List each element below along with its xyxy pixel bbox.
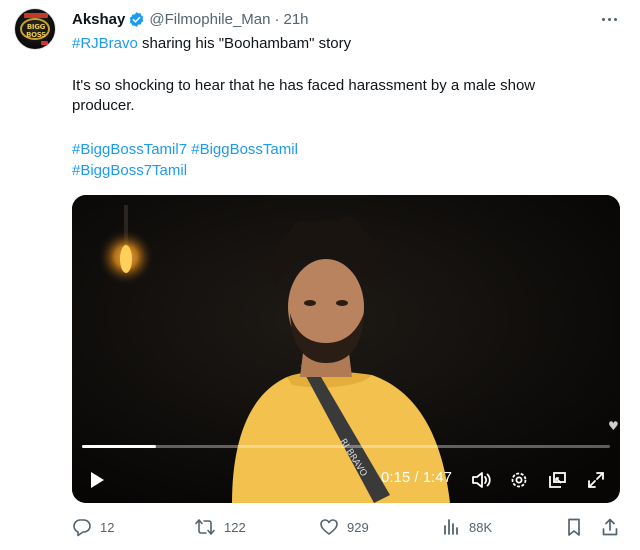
reply-icon [73,519,91,537]
tweet-text-intro: sharing his "Boohambam" story [137,35,352,52]
verified-badge-icon [130,11,144,27]
like-button[interactable]: 929 [319,514,369,540]
repost-count: 122 [224,519,246,535]
video-frame: RJ BRAVO ♥ [72,195,620,503]
tweet-header: Akshay @Filmophile_Man · 21h [72,9,309,29]
tweet-actions: 12 122 929 88K [72,514,620,540]
repost-icon [195,519,215,535]
tweet-text-line-3: producer. [72,97,135,114]
hashtag-rjbravo[interactable]: #RJBravo [72,35,138,52]
bookmark-button[interactable] [564,514,584,540]
author-name[interactable]: Akshay [72,11,125,28]
hashtags-line-1[interactable]: #BiggBossTamil7 #BiggBossTamil [72,140,298,160]
like-icon [320,519,338,535]
video-player[interactable]: RJ BRAVO ♥ 0:15 / 1:47 [72,195,620,503]
video-time-separator: / [414,469,419,486]
video-current-time: 0:15 [381,469,411,486]
timestamp[interactable]: 21h [283,11,308,28]
hashtags-line-2[interactable]: #BiggBoss7Tamil [72,161,187,181]
svg-text:♥: ♥ [608,419,619,433]
repost-button[interactable]: 122 [194,514,246,540]
minimize-icon[interactable] [546,468,570,492]
play-icon[interactable] [86,469,108,491]
volume-icon[interactable] [469,468,493,492]
fullscreen-icon[interactable] [584,468,608,492]
share-button[interactable] [600,514,620,540]
tweet-text-line-2: It's so shocking to hear that he has fac… [72,77,536,94]
views-icon [444,519,458,535]
author-handle[interactable]: @Filmophile_Man [149,11,270,28]
tweet-card[interactable]: BIGG BOSS Akshay @Filmophile_Man · 21h #… [0,0,640,550]
video-duration: 1:47 [422,469,452,486]
settings-icon[interactable] [507,468,531,492]
views-count: 88K [469,519,493,535]
reply-count: 12 [100,519,115,535]
more-icon[interactable] [598,10,620,28]
share-icon [602,518,618,536]
views-button[interactable]: 88K [441,514,492,540]
tweet-text-line-1: #RJBravo sharing his "Boohambam" story [72,34,351,54]
video-progress-bar[interactable] [82,445,610,448]
video-progress-fill [82,445,156,448]
separator-dot: · [274,10,280,28]
reply-button[interactable]: 12 [72,514,114,540]
like-count: 929 [347,519,369,535]
avatar[interactable]: BIGG BOSS [14,8,56,50]
video-timecode: 0:15 / 1:47 [381,469,452,486]
avatar-logo-text: BIGG BOSS [26,23,46,39]
bookmark-icon [568,518,580,536]
